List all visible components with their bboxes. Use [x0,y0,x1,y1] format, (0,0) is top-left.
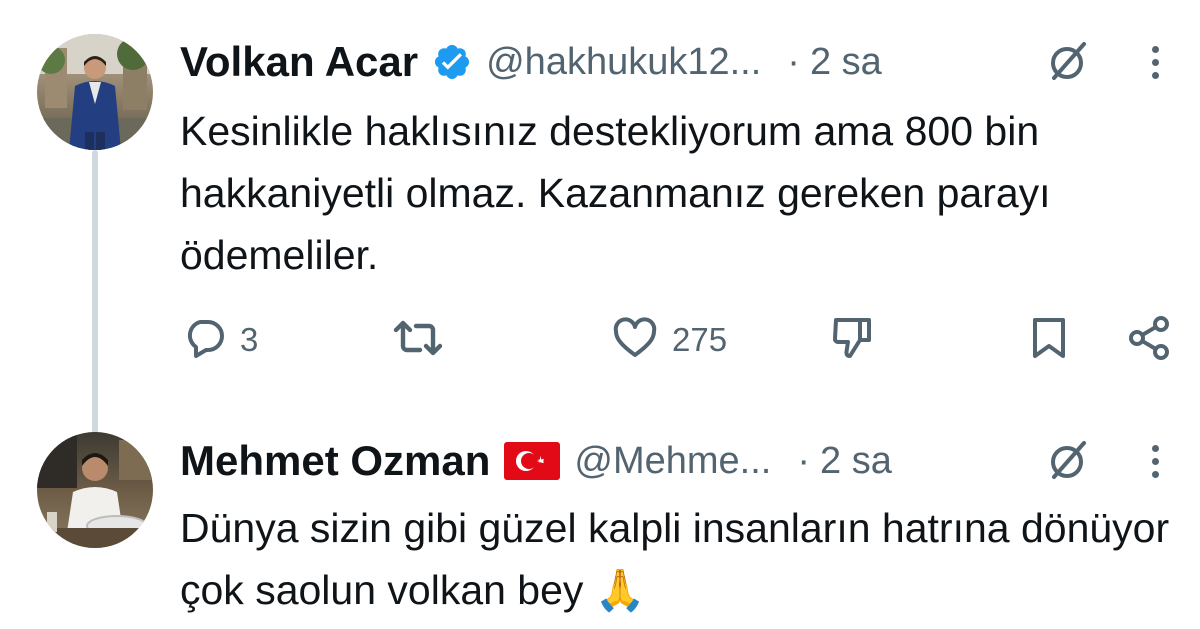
tweet-header: Volkan Acar @hakhukuk12... · 2 sa [180,30,882,94]
retweet-button[interactable] [390,310,458,370]
verified-badge-icon [432,42,472,82]
reply-icon [180,314,228,367]
tweet-text: Kesinlikle haklısınız destekliyorum ama … [180,108,1051,278]
grok-icon[interactable] [1042,36,1094,88]
share-button[interactable] [1125,310,1173,370]
more-dots-icon[interactable] [1145,435,1165,487]
reply-count: 3 [240,321,259,358]
timestamp[interactable]: 2 sa [820,440,892,483]
bookmark-icon [1025,314,1073,367]
thread-connector-line [92,150,98,435]
dislike-button[interactable] [828,310,876,370]
author-name[interactable]: Volkan Acar [180,38,418,86]
share-icon [1125,314,1173,367]
separator-dot: · [797,439,811,482]
timestamp[interactable]: 2 sa [810,41,882,84]
grok-icon[interactable] [1042,435,1094,487]
separator-dot: · [787,40,800,83]
author-handle[interactable]: @Mehme... [574,440,771,483]
author-name[interactable]: Mehmet Ozman [180,437,490,485]
like-count: 275 [672,321,728,358]
turkey-flag-icon [504,442,561,480]
tweet-header: Mehmet Ozman @Mehme... · 2 sa [180,429,892,493]
thumbs-down-icon [828,314,876,367]
avatar[interactable] [37,34,153,150]
tweet-text: Dünya sizin gibi güzel kalpli insanların… [180,505,1170,613]
heart-icon [610,314,660,367]
bookmark-button[interactable] [1025,310,1073,370]
avatar[interactable] [37,432,153,548]
like-button[interactable]: 275 [610,310,727,370]
retweet-icon [390,314,446,367]
tweet-actions-bar: 3 275 [0,310,1200,370]
reply-button[interactable]: 3 [180,310,258,370]
author-handle[interactable]: @hakhukuk12... [486,41,761,84]
more-dots-icon[interactable] [1145,36,1165,88]
